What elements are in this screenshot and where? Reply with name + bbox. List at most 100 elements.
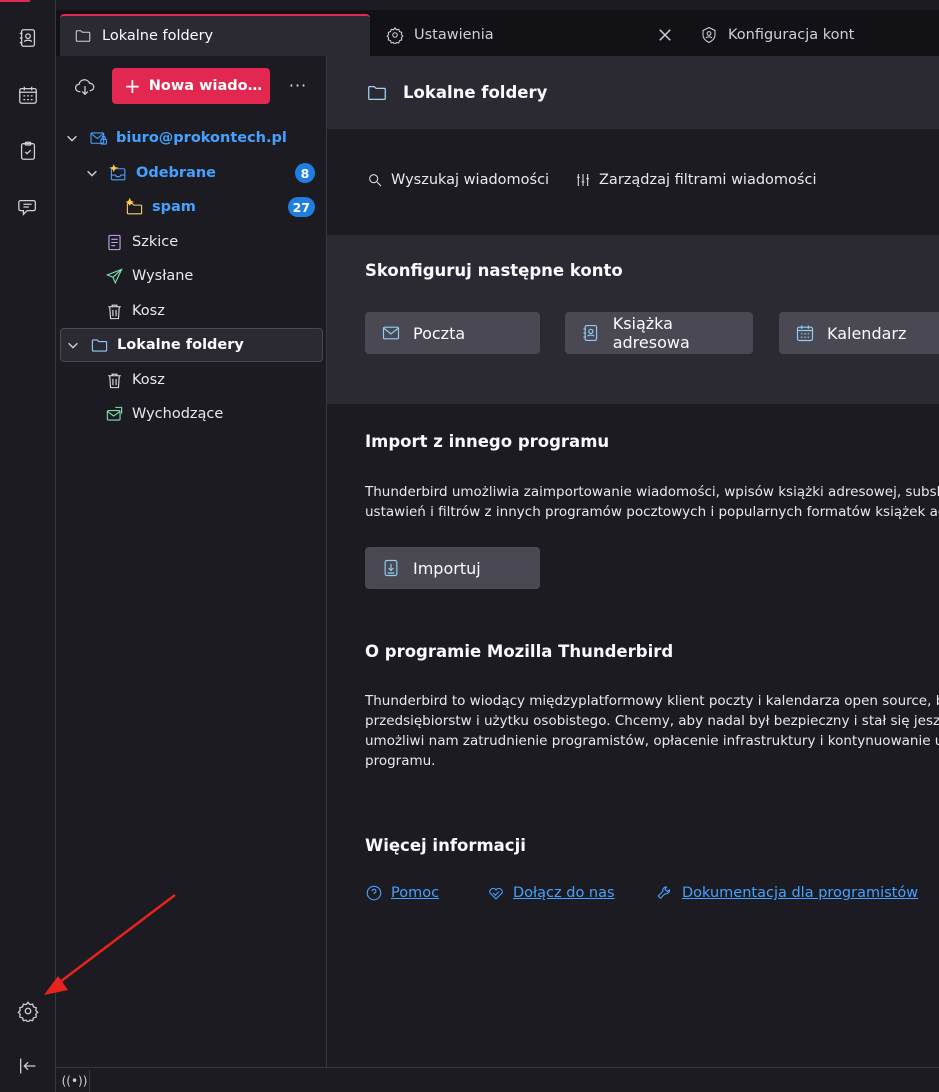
folder-row-inbox[interactable]: Odebrane 8	[60, 156, 323, 190]
account-setup-section: Skonfiguruj następne konto Poczta Książk…	[327, 235, 939, 404]
folder-label: Szkice	[132, 234, 179, 250]
help-icon	[366, 885, 382, 901]
import-icon	[384, 559, 398, 577]
close-tab-button[interactable]	[656, 26, 674, 44]
outbox-icon	[104, 404, 124, 424]
folder-row-local-trash[interactable]: Kosz	[60, 363, 323, 397]
about-text-line: umożliwi nam zatrudnienie programistów, …	[365, 733, 939, 749]
folder-icon	[75, 30, 91, 42]
heart-handshake-icon	[489, 887, 503, 900]
about-text-line: Thunderbird to wiodący międzyplatformowy…	[365, 693, 939, 709]
manage-filters-label: Zarządzaj filtrami wiadomości	[599, 172, 817, 188]
address-book-icon	[19, 29, 36, 47]
help-link[interactable]: Pomoc	[365, 884, 439, 902]
calendar-icon	[796, 325, 814, 342]
app-accent-mark	[0, 0, 30, 2]
setup-title: Skonfiguruj następne konto	[365, 261, 623, 280]
tab-settings[interactable]: Ustawienia	[372, 14, 682, 56]
setup-email-label: Poczta	[413, 323, 466, 343]
collapse-spaces-button[interactable]	[12, 1050, 44, 1082]
trash-icon	[104, 301, 124, 321]
wrench-icon	[657, 886, 671, 900]
about-text-line: przedsiębiorstw i użytku osobistego. Chc…	[365, 713, 939, 729]
calendar-button[interactable]	[12, 79, 44, 111]
manage-filters-link[interactable]: Zarządzaj filtrami wiadomości	[575, 172, 816, 188]
tab-label: Konfiguracja kont	[728, 27, 855, 43]
folder-new-icon	[124, 197, 144, 217]
page-header: Lokalne foldery	[327, 56, 939, 129]
folder-row-drafts[interactable]: Szkice	[60, 225, 323, 259]
close-icon	[659, 29, 671, 41]
gear-icon	[386, 27, 404, 44]
settings-icon	[17, 1001, 39, 1022]
tab-local-folders[interactable]: Lokalne foldery	[60, 14, 370, 56]
account-central-pane: Lokalne foldery Wyszukaj wiadomości Zarz…	[327, 56, 939, 1067]
search-messages-link[interactable]: Wyszukaj wiadomości	[367, 172, 549, 188]
new-message-button[interactable]: + Nowa wiado…	[112, 68, 270, 104]
folder-label: biuro@prokontech.pl	[116, 130, 287, 146]
about-text-line: programu.	[365, 753, 436, 769]
tasks-button[interactable]	[12, 135, 44, 167]
join-us-link[interactable]: Dołącz do nas	[487, 884, 615, 902]
plus-icon: +	[124, 74, 141, 98]
spaces-toolbar	[0, 0, 56, 1092]
unread-count-badge: 8	[295, 163, 315, 183]
folder-row-account[interactable]: biuro@prokontech.pl	[60, 121, 323, 155]
tasks-icon	[20, 141, 36, 160]
chevron-down-icon[interactable]	[64, 130, 80, 146]
collapse-icon	[20, 1058, 36, 1074]
developer-docs-link-label: Dokumentacja dla programistów	[682, 885, 919, 901]
chat-button[interactable]	[12, 191, 44, 223]
import-text-line: Thunderbird umożliwia zaimportowanie wia…	[365, 484, 939, 500]
developer-docs-link[interactable]: Dokumentacja dla programistów	[656, 884, 918, 902]
calendar-icon	[19, 86, 37, 104]
unread-count-badge: 27	[287, 197, 315, 217]
chat-icon	[18, 199, 36, 216]
mail-icon	[382, 326, 400, 340]
setup-address-book-label: Książka adresowa	[612, 314, 690, 352]
address-book-button[interactable]	[12, 22, 44, 54]
folder-label: Kosz	[132, 303, 165, 319]
mail-account-icon	[88, 128, 108, 148]
import-text-line: ustawień i filtrów z innych programów po…	[365, 504, 939, 520]
setup-address-book-button[interactable]: Książka adresowa	[565, 312, 753, 354]
import-button-label: Importuj	[413, 558, 481, 578]
more-info-title: Więcej informacji	[365, 836, 526, 855]
folder-row-outbox[interactable]: Wychodzące	[60, 397, 323, 431]
account-icon	[702, 26, 716, 44]
cloud-download-icon	[74, 79, 95, 96]
search-messages-label: Wyszukaj wiadomości	[391, 172, 550, 188]
folder-label: Wychodzące	[132, 406, 224, 422]
folder-label: Odebrane	[136, 165, 217, 181]
folder-row-spam[interactable]: spam 27	[60, 190, 323, 224]
status-bar: ((•))	[56, 1067, 939, 1092]
sent-icon	[104, 266, 124, 286]
folder-icon	[368, 85, 386, 100]
settings-button[interactable]	[12, 995, 44, 1027]
help-link-label: Pomoc	[391, 885, 440, 901]
filter-sliders-icon	[577, 174, 589, 186]
tab-label: Ustawienia	[414, 27, 494, 43]
drafts-icon	[104, 232, 124, 252]
tab-label: Lokalne foldery	[102, 28, 214, 44]
setup-calendar-label: Kalendarz	[827, 323, 907, 343]
search-icon	[369, 174, 382, 187]
folder-row-sent[interactable]: Wysłane	[60, 259, 323, 293]
folder-pane-menu-button[interactable]: ···	[286, 70, 310, 100]
folder-label: Kosz	[132, 372, 165, 388]
tab-account-setup[interactable]: Konfiguracja kont	[686, 14, 939, 56]
chevron-down-icon[interactable]	[65, 337, 81, 353]
chevron-down-icon[interactable]	[84, 165, 100, 181]
new-message-label: Nowa wiado…	[148, 78, 263, 94]
folder-row-local-folders[interactable]: Lokalne foldery	[60, 328, 323, 362]
import-button[interactable]: Importuj	[365, 547, 540, 589]
online-status-button[interactable]: ((•))	[60, 1070, 90, 1092]
setup-calendar-button[interactable]: Kalendarz	[779, 312, 939, 354]
setup-email-button[interactable]: Poczta	[365, 312, 540, 354]
folder-row-trash[interactable]: Kosz	[60, 294, 323, 328]
inbox-icon	[108, 163, 128, 183]
folder-label: spam	[152, 199, 196, 215]
trash-icon	[104, 370, 124, 390]
get-messages-button[interactable]	[70, 74, 100, 100]
folder-label: Lokalne foldery	[117, 337, 244, 353]
